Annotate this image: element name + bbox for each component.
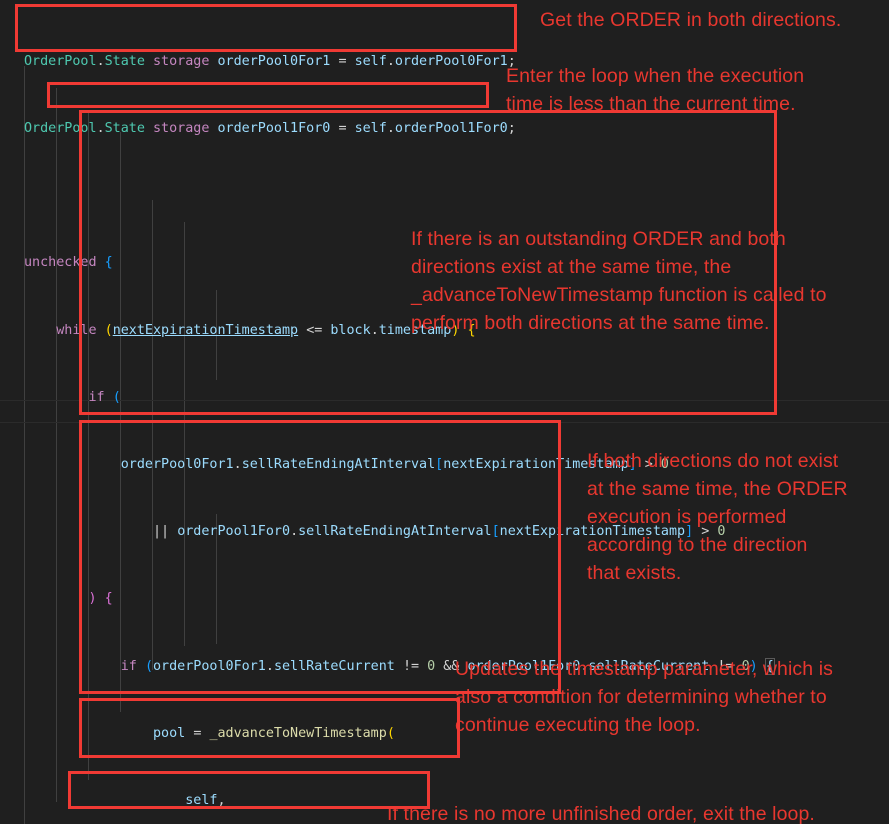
annotation-outstanding-order: If there is an outstanding ORDER and bot…: [411, 228, 827, 334]
annotation-exit-loop: If there is no more unfinished order, ex…: [387, 803, 815, 824]
annotation-get-order: Get the ORDER in both directions.: [540, 9, 842, 31]
annotation-single-direction: If both directions do not exist at the s…: [587, 450, 848, 584]
annotation-enter-loop: Enter the loop when the execution time i…: [506, 65, 805, 115]
annotation-update-timestamp: Updates the timestamp parameter, which i…: [455, 658, 834, 736]
code-line: if (: [88, 389, 121, 405]
code-line: ) {: [88, 591, 113, 607]
code-line: OrderPool.State storage orderPool1For0 =…: [24, 121, 516, 137]
code-editor-surface[interactable]: OrderPool.State storage orderPool0For1 =…: [0, 0, 889, 824]
